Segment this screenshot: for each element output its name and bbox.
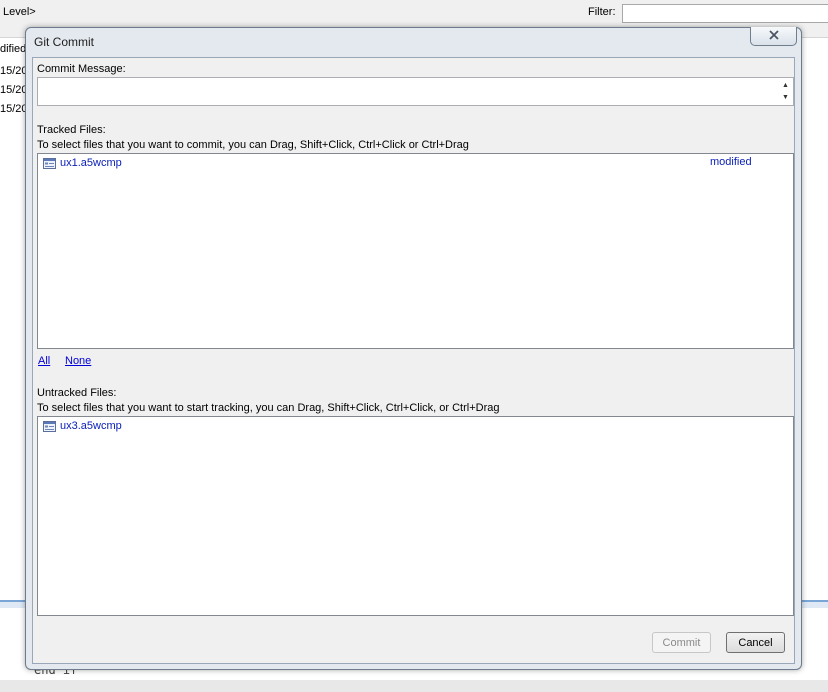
untracked-file-item[interactable]: ux3.a5wcmp bbox=[43, 418, 122, 434]
tracked-files-hint: To select files that you want to commit,… bbox=[37, 139, 469, 151]
file-icon bbox=[43, 157, 56, 169]
filter-label: Filter: bbox=[588, 6, 616, 18]
background-toolbar: Level> Filter: bbox=[0, 0, 828, 26]
select-all-link[interactable]: All bbox=[38, 355, 50, 367]
scroll-up-icon[interactable]: ▲ bbox=[782, 82, 789, 89]
dialog-content: Commit Message: ▲ ▼ Tracked Files: To se… bbox=[32, 57, 795, 664]
commit-message-box: ▲ ▼ bbox=[37, 77, 794, 106]
untracked-files-hint: To select files that you want to start t… bbox=[37, 402, 500, 414]
status-bar bbox=[0, 680, 828, 692]
list-item[interactable]: 15/20 bbox=[0, 65, 28, 83]
commit-message-input[interactable] bbox=[38, 78, 778, 105]
commit-message-label: Commit Message: bbox=[37, 63, 126, 75]
filter-input[interactable] bbox=[622, 4, 828, 23]
select-none-link[interactable]: None bbox=[65, 355, 91, 367]
list-item[interactable]: 15/20 bbox=[0, 103, 28, 121]
untracked-files-label: Untracked Files: bbox=[37, 387, 117, 399]
commit-button[interactable]: Commit bbox=[652, 632, 711, 653]
list-item[interactable]: 15/20 bbox=[0, 84, 28, 102]
tracked-file-name: ux1.a5wcmp bbox=[60, 157, 122, 169]
cancel-button[interactable]: Cancel bbox=[726, 632, 785, 653]
git-commit-dialog: Git Commit Commit Message: ▲ ▼ Tracked F… bbox=[25, 27, 802, 670]
file-icon bbox=[43, 420, 56, 432]
untracked-file-name: ux3.a5wcmp bbox=[60, 420, 122, 432]
tracked-file-status: modified bbox=[710, 156, 752, 168]
tracked-file-item[interactable]: ux1.a5wcmp bbox=[43, 155, 122, 171]
untracked-files-list[interactable]: ux3.a5wcmp bbox=[37, 416, 794, 616]
scroll-down-icon[interactable]: ▼ bbox=[782, 94, 789, 101]
close-button[interactable] bbox=[750, 27, 797, 46]
commit-message-scrollbar[interactable]: ▲ ▼ bbox=[777, 78, 793, 105]
close-icon bbox=[768, 29, 780, 43]
breadcrumb[interactable]: Level> bbox=[3, 6, 36, 18]
dialog-title: Git Commit bbox=[34, 35, 94, 49]
tracked-files-label: Tracked Files: bbox=[37, 124, 106, 136]
tracked-files-list[interactable]: ux1.a5wcmp modified bbox=[37, 153, 794, 349]
column-header-status[interactable]: dified bbox=[0, 43, 26, 55]
